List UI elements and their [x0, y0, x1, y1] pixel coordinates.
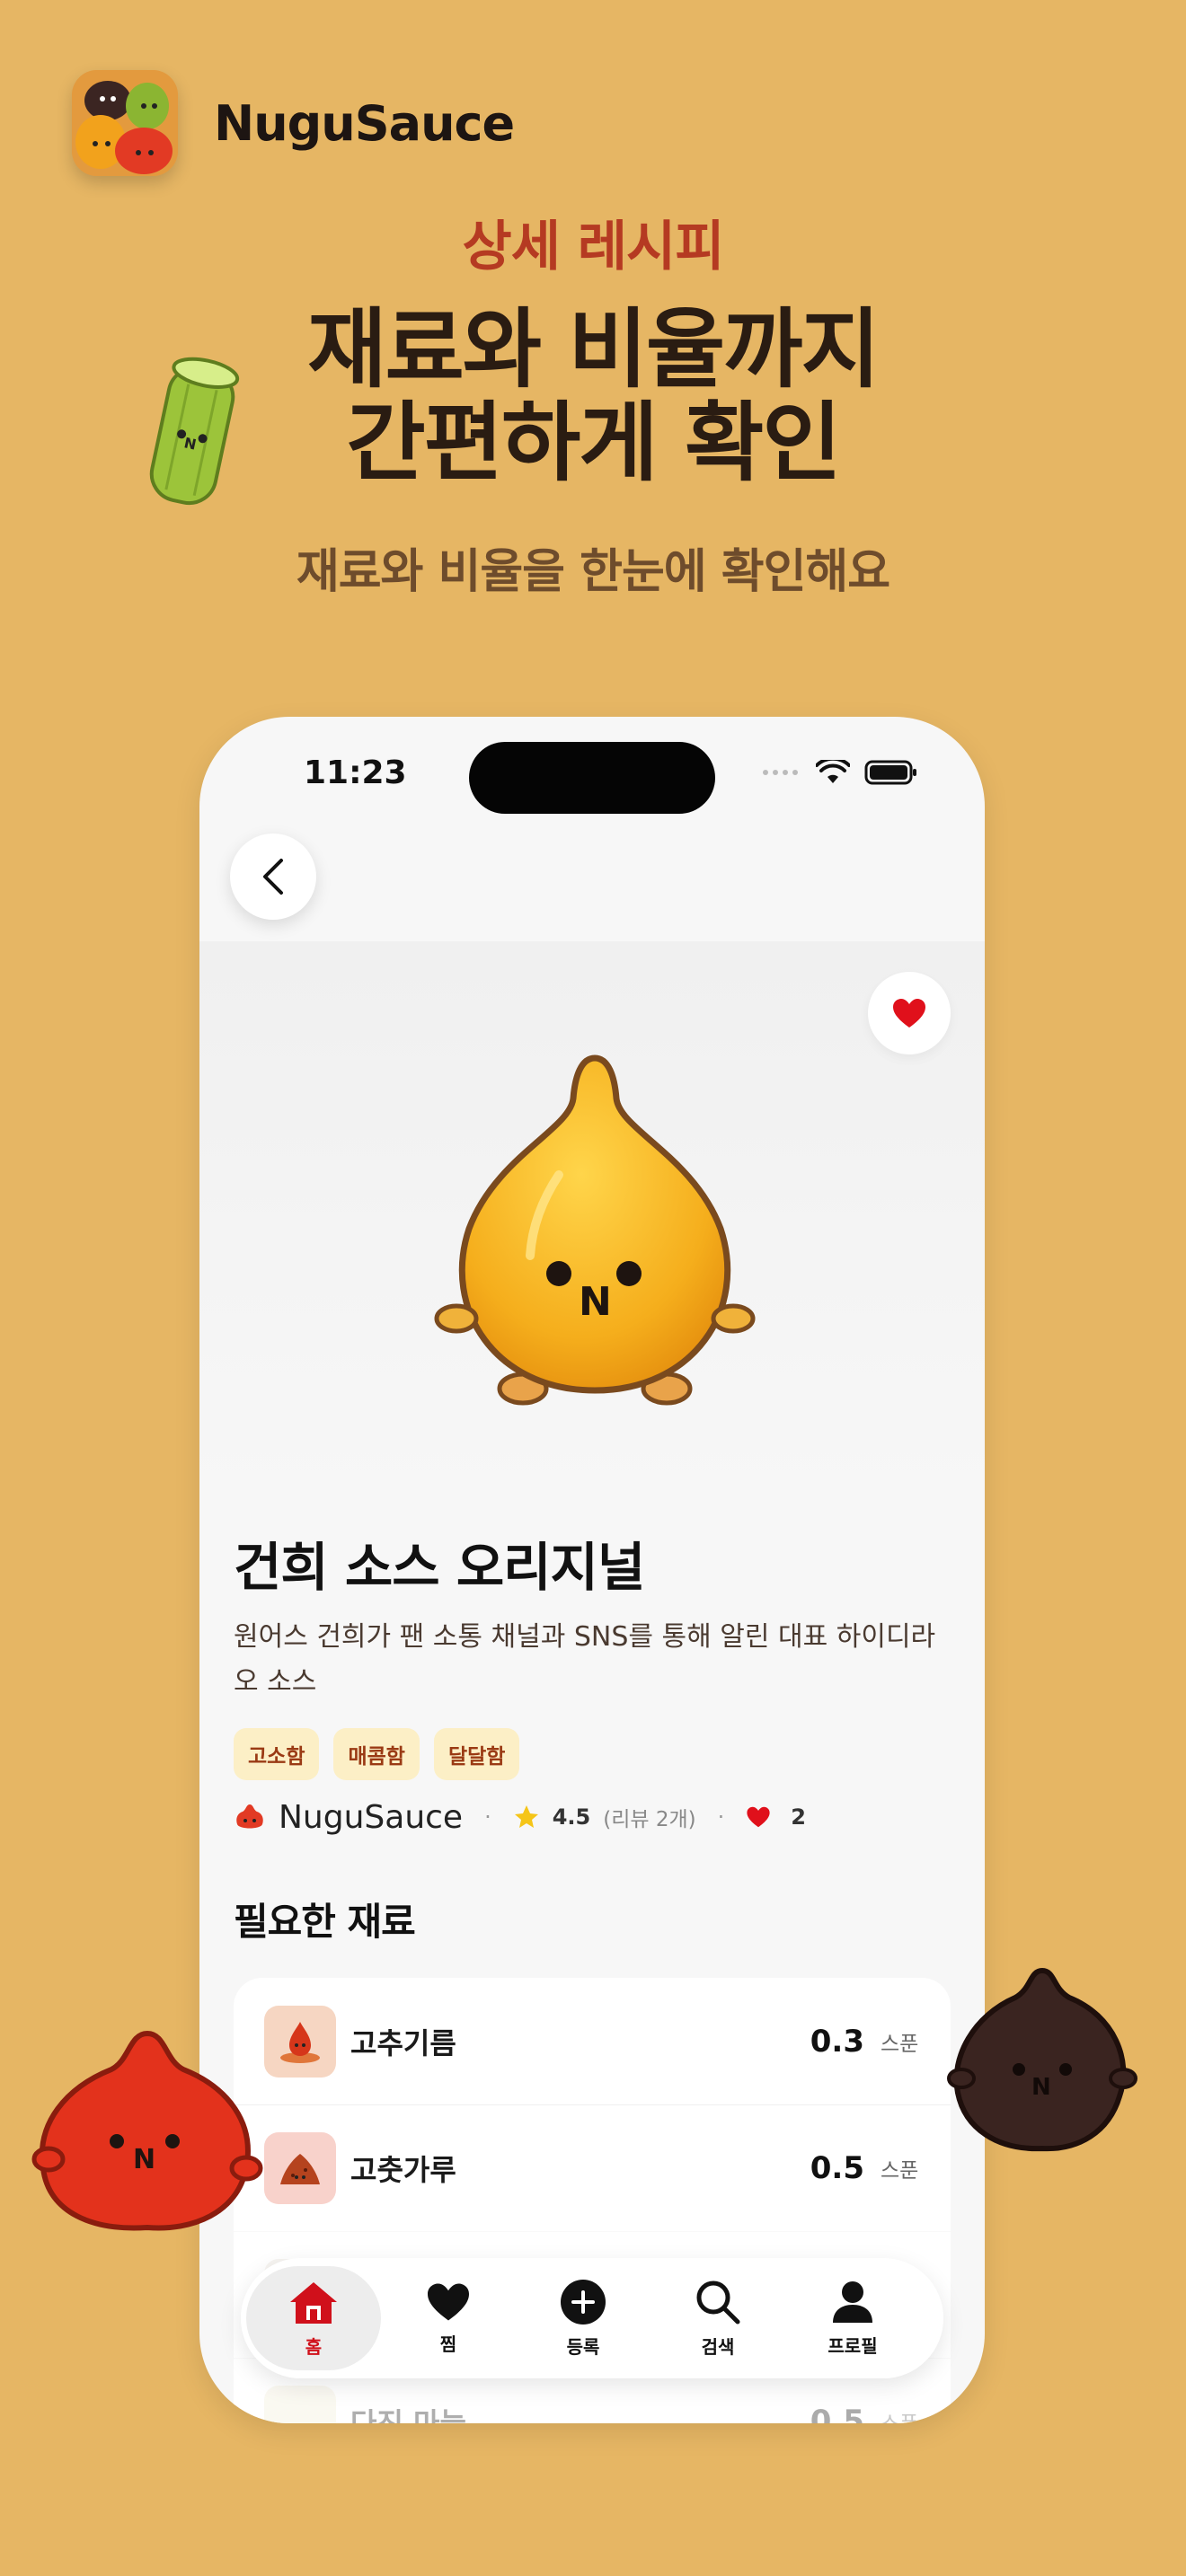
ingredient-unit: 스푼	[881, 2032, 919, 2056]
battery-icon	[864, 760, 916, 785]
bottom-tab-bar: 홈 찜 등록 검색 프로필	[241, 2258, 943, 2378]
ingredient-amount: 0.5	[810, 2150, 864, 2186]
status-time: 11:23	[304, 754, 407, 791]
ingredient-unit: 스푼	[881, 2406, 920, 2423]
separator-dot: ·	[484, 1804, 491, 1830]
wifi-icon	[816, 760, 850, 783]
recipe-description: 원어스 건희가 팬 소통 채널과 SNS를 통해 알린 대표 하이디라오 소스	[234, 1621, 936, 1698]
heart-filled-icon	[893, 999, 925, 1028]
ingredient-name: 고춧가루	[350, 2153, 456, 2187]
author-name[interactable]: NuguSauce	[279, 1799, 463, 1836]
recipe-meta: NuguSauce · 4.5 (리뷰 2개) · 2	[234, 1795, 806, 1839]
back-button[interactable]	[230, 834, 316, 920]
tab-register[interactable]: 등록	[516, 2266, 651, 2370]
flavor-tag: 매콤함	[333, 1728, 420, 1780]
brand-header: NuguSauce	[72, 70, 515, 176]
garlic-icon	[264, 2386, 336, 2423]
review-count[interactable]: (리뷰 2개)	[603, 1802, 695, 1832]
onion-sauce-mascot: N	[424, 1049, 766, 1430]
ingredient-name: 고추기름	[350, 2025, 456, 2060]
tab-label: 등록	[566, 2335, 600, 2358]
brand-name: NuguSauce	[214, 94, 515, 152]
promo-subhead: 재료와 비율을 한눈에 확인해요	[296, 545, 890, 599]
tab-label: 검색	[701, 2335, 735, 2358]
person-icon	[833, 2280, 872, 2323]
recipe-title: 건희 소스 오리지널	[234, 1537, 645, 1598]
ingredient-row: 고춧가루 0.5 스푼	[234, 2104, 951, 2231]
app-icon	[72, 70, 178, 176]
rating-value: 4.5	[552, 1804, 591, 1830]
ingredient-amount: 0.5	[810, 2404, 864, 2423]
star-icon	[514, 1805, 538, 1828]
ingredient-name: 다진 마늘	[350, 2406, 466, 2423]
signal-icon	[763, 770, 798, 775]
tab-search[interactable]: 검색	[651, 2266, 785, 2370]
like-count: 2	[791, 1804, 806, 1830]
separator-dot: ·	[717, 1804, 725, 1830]
flavor-tag: 달달함	[433, 1728, 520, 1780]
author-avatar-icon	[236, 1804, 263, 1829]
chili-oil-icon	[264, 2005, 336, 2078]
tab-label: 홈	[305, 2335, 323, 2358]
flavor-tag: 고소함	[234, 1728, 320, 1780]
svg-text:N: N	[133, 2144, 155, 2175]
chili-powder-icon	[264, 2132, 336, 2204]
bean-character-illustration: N	[943, 1962, 1141, 2163]
dynamic-island	[469, 742, 715, 814]
ingredient-row: 고추기름 0.3 스푼	[234, 1978, 951, 2104]
tab-favorites[interactable]: 찜	[381, 2266, 516, 2370]
chevron-left-icon	[263, 859, 283, 895]
tab-home[interactable]: 홈	[246, 2266, 381, 2370]
scallion-character-illustration: N	[135, 350, 252, 525]
promo-eyebrow: 상세 레시피	[462, 216, 725, 278]
ingredient-unit: 스푼	[881, 2159, 919, 2183]
home-icon	[290, 2281, 337, 2324]
heart-icon	[747, 1806, 770, 1828]
heart-icon	[428, 2283, 469, 2320]
svg-text:N: N	[1031, 2074, 1051, 2101]
flavor-tags: 고소함 매콤함 달달함	[234, 1728, 520, 1780]
search-icon	[696, 2280, 740, 2324]
ingredients-title: 필요한 재료	[234, 1900, 416, 1944]
status-indicators	[762, 760, 918, 785]
svg-text:N: N	[579, 1279, 612, 1325]
tab-label: 프로필	[828, 2334, 878, 2357]
favorite-button[interactable]	[868, 972, 951, 1054]
tab-profile[interactable]: 프로필	[785, 2266, 920, 2370]
phone-mockup: 11:23 N 건희 소스 오리지널 원어스 건희가 팬 소통 채널과 SNS를…	[199, 717, 985, 2423]
plus-circle-icon	[561, 2279, 606, 2325]
chili-character-illustration: N	[31, 2025, 264, 2244]
tab-label: 찜	[439, 2333, 457, 2355]
ingredient-amount: 0.3	[810, 2023, 864, 2060]
